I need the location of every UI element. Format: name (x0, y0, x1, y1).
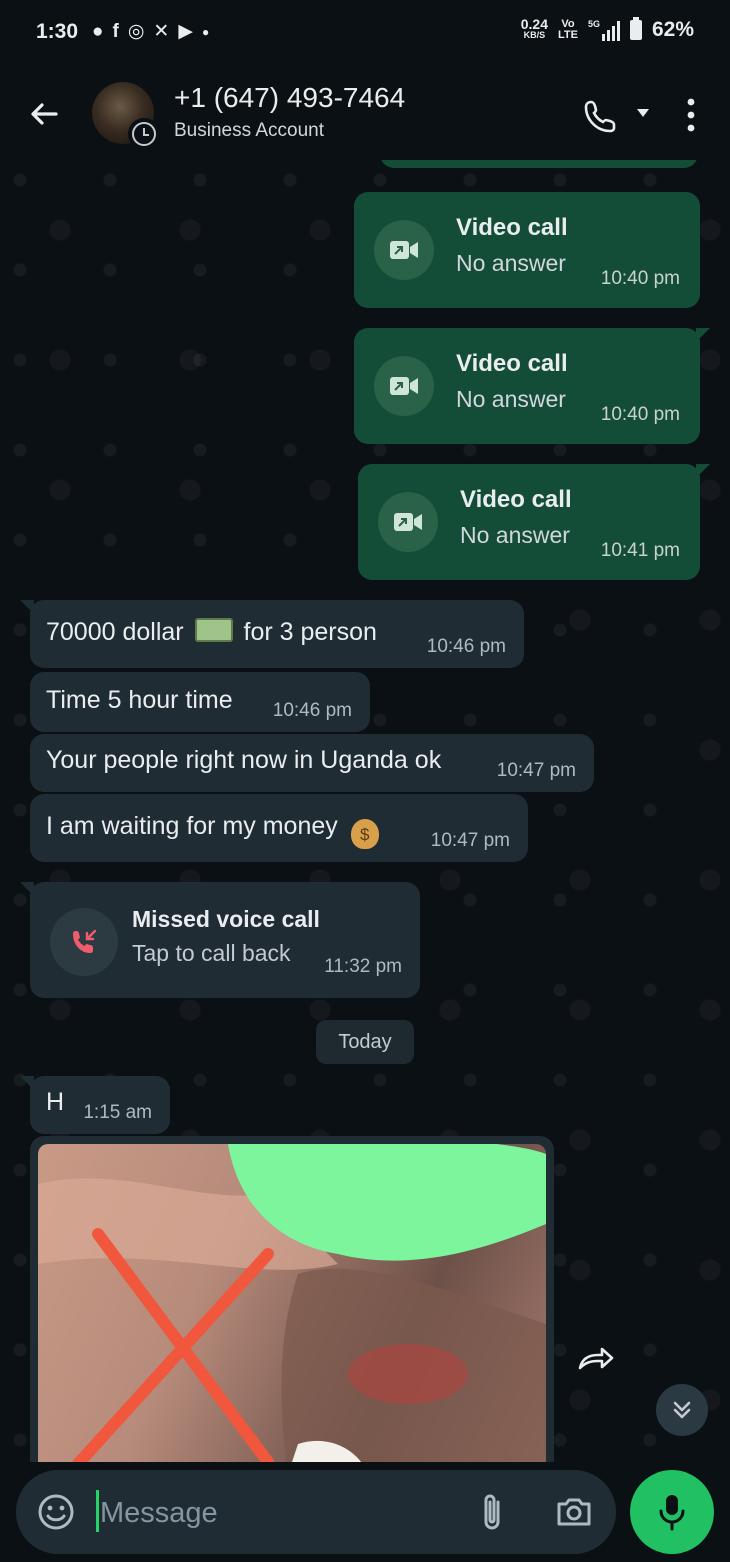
message-text: 70000 dollar for 3 person (46, 618, 377, 646)
battery-icon (629, 17, 642, 40)
mic-icon (659, 1495, 685, 1531)
attach-icon[interactable] (478, 1490, 508, 1534)
status-time: 1:30 (36, 20, 79, 43)
contact-name[interactable]: +1 (647) 493-7464 (174, 82, 405, 114)
chat-area[interactable]: Video call No answer 10:40 pm Video call… (0, 160, 730, 1462)
video-call-status: No answer (456, 250, 566, 276)
more-notifications-icon: ● (201, 24, 210, 39)
whatsapp-icon: ◎ (127, 21, 145, 42)
video-call-status: No answer (460, 522, 570, 548)
back-arrow-icon[interactable] (24, 94, 64, 134)
video-call-bubble[interactable]: Video call No answer 10:41 pm (358, 464, 710, 580)
notification-icons: ● f ◎ ✕ ▶ ● (92, 20, 209, 43)
forward-icon[interactable] (570, 1334, 622, 1386)
signal-icon: 5G (588, 19, 620, 41)
more-options-icon[interactable] (684, 96, 698, 134)
call-dropdown-icon[interactable] (636, 108, 650, 118)
message-time: 10:47 pm (496, 760, 576, 781)
video-call-title: Video call (456, 214, 568, 241)
chat-notification-icon: ● (92, 20, 104, 42)
business-badge-icon (128, 118, 160, 150)
video-call-status: No answer (456, 386, 566, 412)
emoji-icon[interactable] (36, 1492, 76, 1532)
date-divider: Today (316, 1020, 414, 1064)
message-text: Your people right now in Uganda ok (46, 746, 442, 774)
camera-icon[interactable] (554, 1492, 594, 1532)
status-right: 0.24 KB/S Vo LTE 5G 62% (520, 16, 694, 42)
incoming-message[interactable]: 70000 dollar for 3 person 10:46 pm (20, 600, 524, 668)
message-time: 10:40 pm (600, 268, 680, 289)
incoming-message[interactable]: Your people right now in Uganda ok 10:47… (30, 734, 594, 792)
video-call-icon (374, 356, 434, 416)
contact-subtitle: Business Account (174, 120, 324, 141)
message-time: 10:46 pm (426, 636, 506, 657)
missed-call-subtitle[interactable]: Tap to call back (132, 940, 291, 967)
previous-bubble-edge (380, 160, 698, 168)
message-time: 10:47 pm (430, 830, 510, 851)
video-call-title: Video call (456, 350, 568, 377)
message-time: 10:46 pm (272, 700, 352, 721)
battery-percent: 62% (651, 18, 694, 41)
status-bar: 1:30 ● f ◎ ✕ ▶ ● 0.24 KB/S Vo LTE 5G 62% (0, 0, 730, 68)
network-speed: 0.24 KB/S (520, 16, 548, 40)
video-call-bubble[interactable]: Video call No answer 10:40 pm (354, 328, 710, 444)
message-time: 10:40 pm (600, 404, 680, 425)
message-input[interactable] (98, 1486, 462, 1540)
message-time: 11:32 pm (324, 956, 402, 977)
missed-call-icon (50, 908, 118, 976)
chat-header: +1 (647) 493-7464 Business Account (0, 68, 730, 160)
incoming-message[interactable]: H 1:15 am (20, 1076, 170, 1134)
scroll-down-icon[interactable] (656, 1384, 708, 1436)
composer (0, 1462, 730, 1562)
cash-emoji (194, 618, 233, 642)
video-call-icon (374, 220, 434, 280)
photo-image[interactable] (38, 1144, 546, 1462)
video-call-bubble[interactable]: Video call No answer 10:40 pm (354, 192, 700, 308)
message-input-box[interactable] (16, 1470, 616, 1554)
message-time: 1:15 am (83, 1102, 152, 1123)
missed-call-bubble[interactable]: Missed voice call Tap to call back 11:32… (20, 882, 420, 998)
app-notification-icon: ✕ (153, 21, 170, 42)
incoming-message[interactable]: Time 5 hour time 10:46 pm (30, 672, 370, 732)
facebook-icon: f (112, 20, 119, 42)
incoming-message[interactable]: I am waiting for my money $ 10:47 pm (30, 794, 528, 862)
video-call-icon (378, 492, 438, 552)
message-text: Time 5 hour time (46, 686, 233, 714)
volte-indicator: Vo LTE (557, 18, 578, 41)
message-text: I am waiting for my money $ (46, 812, 379, 849)
photo-overlay (38, 1144, 546, 1462)
mic-button[interactable] (630, 1470, 714, 1554)
missed-call-title: Missed voice call (132, 906, 320, 932)
video-call-title: Video call (460, 486, 572, 513)
message-text: H (46, 1088, 65, 1116)
money-bag-emoji: $ (350, 819, 379, 849)
voice-call-icon[interactable] (582, 98, 622, 134)
image-message[interactable] (30, 1136, 554, 1462)
youtube-icon: ▶ (178, 21, 193, 42)
message-time: 10:41 pm (600, 540, 680, 561)
